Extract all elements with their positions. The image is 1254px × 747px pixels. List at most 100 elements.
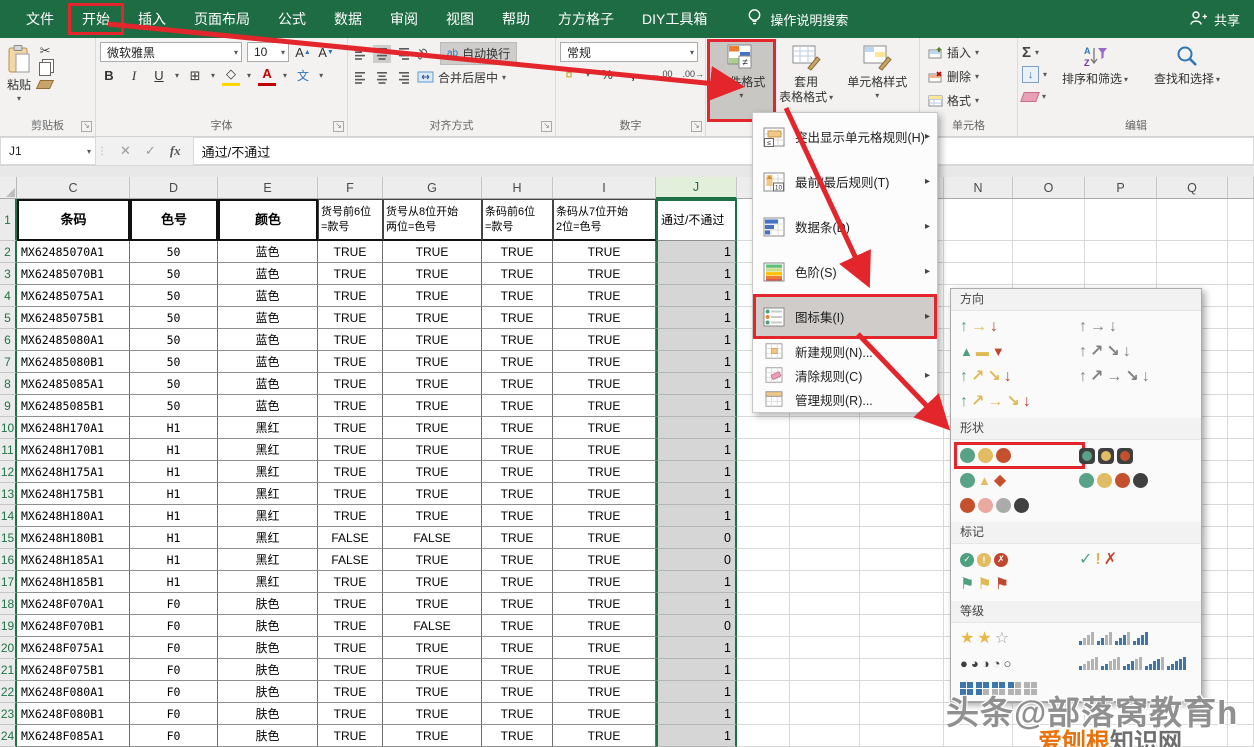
row-header-1[interactable]: 1	[0, 199, 17, 241]
cell-check[interactable]: TRUE	[553, 703, 656, 725]
number-format-select[interactable]: 常规▾	[560, 42, 698, 62]
format-cells-button[interactable]: 格式▾	[928, 90, 1013, 111]
cell-check[interactable]: TRUE	[383, 329, 482, 351]
icon-set-3-symbols-uncircled[interactable]: ✓!✗	[1079, 552, 1117, 568]
cell-check[interactable]: TRUE	[482, 681, 553, 703]
empty-cell[interactable]	[790, 461, 860, 483]
cell-color-code[interactable]: 50	[130, 373, 218, 395]
increase-decimal-icon[interactable]: ←.00	[650, 68, 674, 80]
cell-check[interactable]: TRUE	[482, 439, 553, 461]
menu-item-5[interactable]: 图标集(I)▸	[753, 294, 937, 339]
cell-barcode[interactable]: MX62485085B1	[17, 395, 130, 417]
empty-cell[interactable]	[737, 527, 790, 549]
cell-barcode[interactable]: MX6248F070A1	[17, 593, 130, 615]
cell-color-code[interactable]: 50	[130, 395, 218, 417]
menu-item-1[interactable]: ≤突出显示单元格规则(H)▸	[753, 114, 937, 159]
tab-审阅[interactable]: 审阅	[376, 3, 432, 35]
cell-color-name[interactable]: 肤色	[218, 593, 318, 615]
column-header-J[interactable]: J	[656, 177, 737, 199]
font-dialog-launcher-icon[interactable]: ↘	[333, 121, 344, 132]
empty-cell[interactable]	[790, 593, 860, 615]
tab-DIY工具箱[interactable]: DIY工具箱	[628, 3, 721, 35]
vertical-align-left-icon[interactable]	[352, 45, 370, 63]
empty-cell[interactable]	[737, 703, 790, 725]
cell-barcode[interactable]: MX62485075A1	[17, 285, 130, 307]
conditional-formatting-button[interactable]: ≠ 条件格式 ▾	[710, 42, 773, 119]
icon-set-4-ratings[interactable]	[1079, 632, 1148, 645]
row-header-11[interactable]: 11	[0, 439, 17, 461]
cell-color-name[interactable]: 蓝色	[218, 395, 318, 417]
empty-cell[interactable]	[1228, 263, 1254, 285]
cell-color-code[interactable]: H1	[130, 439, 218, 461]
cell-color-code[interactable]: H1	[130, 505, 218, 527]
empty-cell[interactable]	[1157, 199, 1228, 241]
empty-cell[interactable]	[1228, 199, 1254, 241]
empty-cell[interactable]	[944, 241, 1013, 263]
empty-cell[interactable]	[860, 681, 944, 703]
insert-function-icon[interactable]: fx	[170, 143, 181, 159]
cell-check[interactable]: TRUE	[383, 549, 482, 571]
percent-style-icon[interactable]: %	[598, 65, 616, 83]
row-header-18[interactable]: 18	[0, 593, 17, 615]
cell-barcode[interactable]: MX62485075B1	[17, 307, 130, 329]
confirm-entry-icon[interactable]: ✓	[145, 143, 156, 159]
cell-color-name[interactable]: 黑红	[218, 461, 318, 483]
menu-item-3[interactable]: 数据条(D)▸	[753, 204, 937, 249]
cell-check[interactable]: TRUE	[482, 505, 553, 527]
column-header-C[interactable]: C	[17, 177, 130, 199]
cell-color-code[interactable]: F0	[130, 659, 218, 681]
icon-set-red-to-black[interactable]	[960, 498, 1029, 513]
cell-color-code[interactable]: F0	[130, 637, 218, 659]
phonetic-guide-icon[interactable]: 文	[294, 67, 312, 85]
tab-数据[interactable]: 数据	[320, 3, 376, 35]
column-header-H[interactable]: H	[482, 177, 553, 199]
icon-set-5-quarters[interactable]: ●◕◑◔○	[960, 657, 1079, 670]
cell-check[interactable]: TRUE	[383, 505, 482, 527]
cell-color-name[interactable]: 黑红	[218, 483, 318, 505]
cell-check[interactable]: TRUE	[383, 725, 482, 747]
cell-color-code[interactable]: F0	[130, 681, 218, 703]
cell-check[interactable]: TRUE	[383, 483, 482, 505]
empty-cell[interactable]	[1228, 659, 1254, 681]
empty-cell[interactable]	[737, 615, 790, 637]
empty-cell[interactable]	[737, 637, 790, 659]
empty-cell[interactable]	[1085, 263, 1157, 285]
empty-cell[interactable]	[737, 725, 790, 747]
empty-cell[interactable]	[790, 527, 860, 549]
empty-cell[interactable]	[860, 461, 944, 483]
empty-cell[interactable]	[790, 505, 860, 527]
cell-color-name[interactable]: 肤色	[218, 725, 318, 747]
tab-方方格子[interactable]: 方方格子	[544, 3, 628, 35]
fill-color-icon[interactable]: ◇	[222, 65, 240, 86]
cell-check[interactable]: TRUE	[553, 373, 656, 395]
share-button[interactable]: 共享	[1189, 10, 1240, 29]
empty-cell[interactable]	[1228, 483, 1254, 505]
cell-barcode[interactable]: MX6248F075B1	[17, 659, 130, 681]
table-header-cell[interactable]: 条码前6位 =款号	[482, 199, 553, 241]
empty-cell[interactable]	[1228, 307, 1254, 329]
empty-cell[interactable]	[944, 199, 1013, 241]
cell-color-code[interactable]: F0	[130, 725, 218, 747]
cell-check[interactable]: TRUE	[383, 351, 482, 373]
empty-cell[interactable]	[860, 483, 944, 505]
cell-color-code[interactable]: H1	[130, 527, 218, 549]
font-family-select[interactable]: 微软雅黑▾	[100, 42, 242, 62]
tab-帮助[interactable]: 帮助	[488, 3, 544, 35]
cell-check[interactable]: TRUE	[482, 417, 553, 439]
empty-cell[interactable]	[1228, 351, 1254, 373]
decrease-font-size-icon[interactable]: A▼	[317, 43, 335, 61]
cell-barcode[interactable]: MX6248H170B1	[17, 439, 130, 461]
cell-check[interactable]: TRUE	[482, 549, 553, 571]
autosum-button[interactable]: Σ▾	[1022, 42, 1047, 63]
increase-font-size-icon[interactable]: A▲	[294, 43, 312, 61]
empty-cell[interactable]	[790, 703, 860, 725]
tab-文件[interactable]: 文件	[12, 3, 68, 35]
row-header-2[interactable]: 2	[0, 241, 17, 263]
empty-cell[interactable]	[1228, 461, 1254, 483]
row-header-19[interactable]: 19	[0, 615, 17, 637]
row-header-7[interactable]: 7	[0, 351, 17, 373]
font-color-icon[interactable]: A	[258, 65, 276, 86]
empty-cell[interactable]	[860, 527, 944, 549]
cell-color-code[interactable]: F0	[130, 703, 218, 725]
cancel-entry-icon[interactable]: ✕	[120, 143, 131, 159]
